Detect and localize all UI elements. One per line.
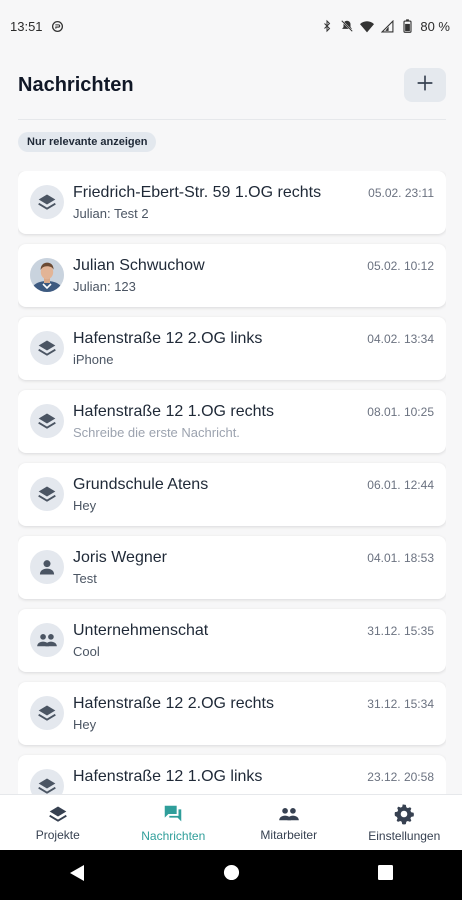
chat-type-avatar (30, 331, 64, 365)
add-chat-button[interactable] (404, 68, 446, 102)
chat-list[interactable]: Friedrich-Ebert-Str. 59 1.OG rechts Julia… (18, 171, 446, 794)
chat-list-item[interactable]: Hafenstraße 12 1.OG links 23.12. 20:58 (18, 755, 446, 794)
chat-title: Hafenstraße 12 2.OG rechts (73, 695, 274, 712)
chat-timestamp: 04.01. 18:53 (367, 551, 434, 565)
chat-type-avatar (30, 185, 64, 219)
chat-last-message: Schreibe die erste Nachricht. (73, 425, 240, 440)
layers-icon (37, 411, 57, 431)
chat-timestamp: 05.02. 23:11 (368, 186, 434, 200)
filter-relevant-chip[interactable]: Nur relevante anzeigen (18, 132, 157, 152)
chat-timestamp: 04.02. 13:34 (367, 332, 434, 346)
system-navigation-bar (0, 850, 462, 900)
chat-type-avatar (30, 404, 64, 438)
chat-title: Hafenstraße 12 1.OG rechts (73, 403, 274, 420)
bottom-navigation: Projekte Nachrichten Mitarbeiter Einstellun… (0, 794, 462, 851)
chat-last-message: Julian: Test 2 (73, 206, 149, 221)
chat-timestamp: 06.01. 12:44 (367, 478, 434, 492)
chat-last-message: Test (73, 571, 97, 586)
wifi-icon (360, 19, 375, 33)
layers-icon (37, 776, 57, 794)
layers-icon (37, 703, 57, 723)
home-icon[interactable] (223, 864, 240, 886)
nav-item-label: Projekte (35, 828, 80, 842)
nav-item-einstellungen[interactable]: Einstellungen (347, 795, 462, 851)
chat-last-message: iPhone (73, 352, 114, 367)
chat-type-avatar (30, 550, 64, 584)
chat-list-item[interactable]: Joris Wegner Test 04.01. 18:53 (18, 536, 446, 599)
signal-icon (380, 19, 394, 33)
chat-title: Hafenstraße 12 2.OG links (73, 330, 263, 347)
chat-type-avatar (30, 696, 64, 730)
gear-icon (393, 803, 415, 825)
chat-icon (162, 803, 184, 825)
app-notification-icon (51, 19, 65, 33)
header-divider (18, 119, 446, 120)
chat-list-item[interactable]: Unternehmenschat Cool 31.12. 15:35 (18, 609, 446, 672)
chat-title: Grundschule Atens (73, 476, 209, 493)
nav-item-label: Nachrichten (141, 829, 206, 843)
chat-last-message: Hey (73, 717, 97, 732)
chat-list-item[interactable]: Hafenstraße 12 1.OG rechts Schreibe die e… (18, 390, 446, 453)
battery-percentage: 80 % (420, 18, 450, 34)
group-icon (278, 804, 300, 824)
nav-item-mitarbeiter[interactable]: Mitarbeiter (231, 795, 347, 851)
page-title: Nachrichten (18, 73, 134, 96)
mute-icon (340, 19, 354, 33)
header: Nachrichten (18, 64, 446, 106)
nav-item-label: Einstellungen (368, 829, 441, 843)
layers-icon (37, 192, 57, 212)
chat-last-message: Cool (73, 644, 100, 659)
layers-icon (37, 484, 57, 504)
chat-timestamp: 08.01. 10:25 (367, 405, 434, 419)
chat-timestamp: 31.12. 15:35 (367, 624, 434, 638)
chat-last-message: Hey (73, 498, 97, 513)
chat-title: Hafenstraße 12 1.OG links (73, 768, 263, 785)
status-bar: 13:51 80 % (0, 0, 462, 52)
chat-timestamp: 31.12. 15:34 (367, 697, 434, 711)
nav-item-label: Mitarbeiter (260, 828, 318, 842)
layers-icon (37, 338, 57, 358)
chat-type-avatar (30, 477, 64, 511)
profile-photo (30, 258, 64, 292)
chat-list-item[interactable]: Grundschule Atens Hey 06.01. 12:44 (18, 463, 446, 526)
plus-icon (416, 74, 434, 97)
chat-list-item[interactable]: Julian Schwuchow Julian: 123 05.02. 10:12 (18, 244, 446, 307)
nav-item-nachrichten[interactable]: Nachrichten (116, 795, 232, 851)
avatar (30, 258, 64, 292)
chat-title: Unternehmenschat (73, 622, 209, 639)
recents-icon[interactable] (378, 865, 393, 885)
group-icon (36, 630, 58, 650)
nav-item-projekte[interactable]: Projekte (0, 795, 116, 851)
chat-timestamp: 23.12. 20:58 (367, 770, 434, 784)
chat-list-item[interactable]: Hafenstraße 12 2.OG links iPhone 04.02. 13… (18, 317, 446, 380)
layers-icon (48, 804, 68, 824)
chat-list-item[interactable]: Hafenstraße 12 2.OG rechts Hey 31.12. 15:3… (18, 682, 446, 745)
chat-title: Julian Schwuchow (73, 257, 205, 274)
status-time: 13:51 (10, 18, 43, 34)
chat-title: Friedrich-Ebert-Str. 59 1.OG rechts (73, 184, 322, 201)
chat-title: Joris Wegner (73, 549, 167, 566)
chat-last-message: Julian: 123 (73, 279, 136, 294)
back-icon[interactable] (69, 864, 85, 887)
bluetooth-icon (320, 19, 334, 33)
person-icon (37, 557, 57, 577)
chat-timestamp: 05.02. 10:12 (367, 259, 434, 273)
chat-type-avatar (30, 623, 64, 657)
battery-icon (400, 19, 414, 33)
chat-list-item[interactable]: Friedrich-Ebert-Str. 59 1.OG rechts Julia… (18, 171, 446, 234)
chat-type-avatar (30, 769, 64, 794)
